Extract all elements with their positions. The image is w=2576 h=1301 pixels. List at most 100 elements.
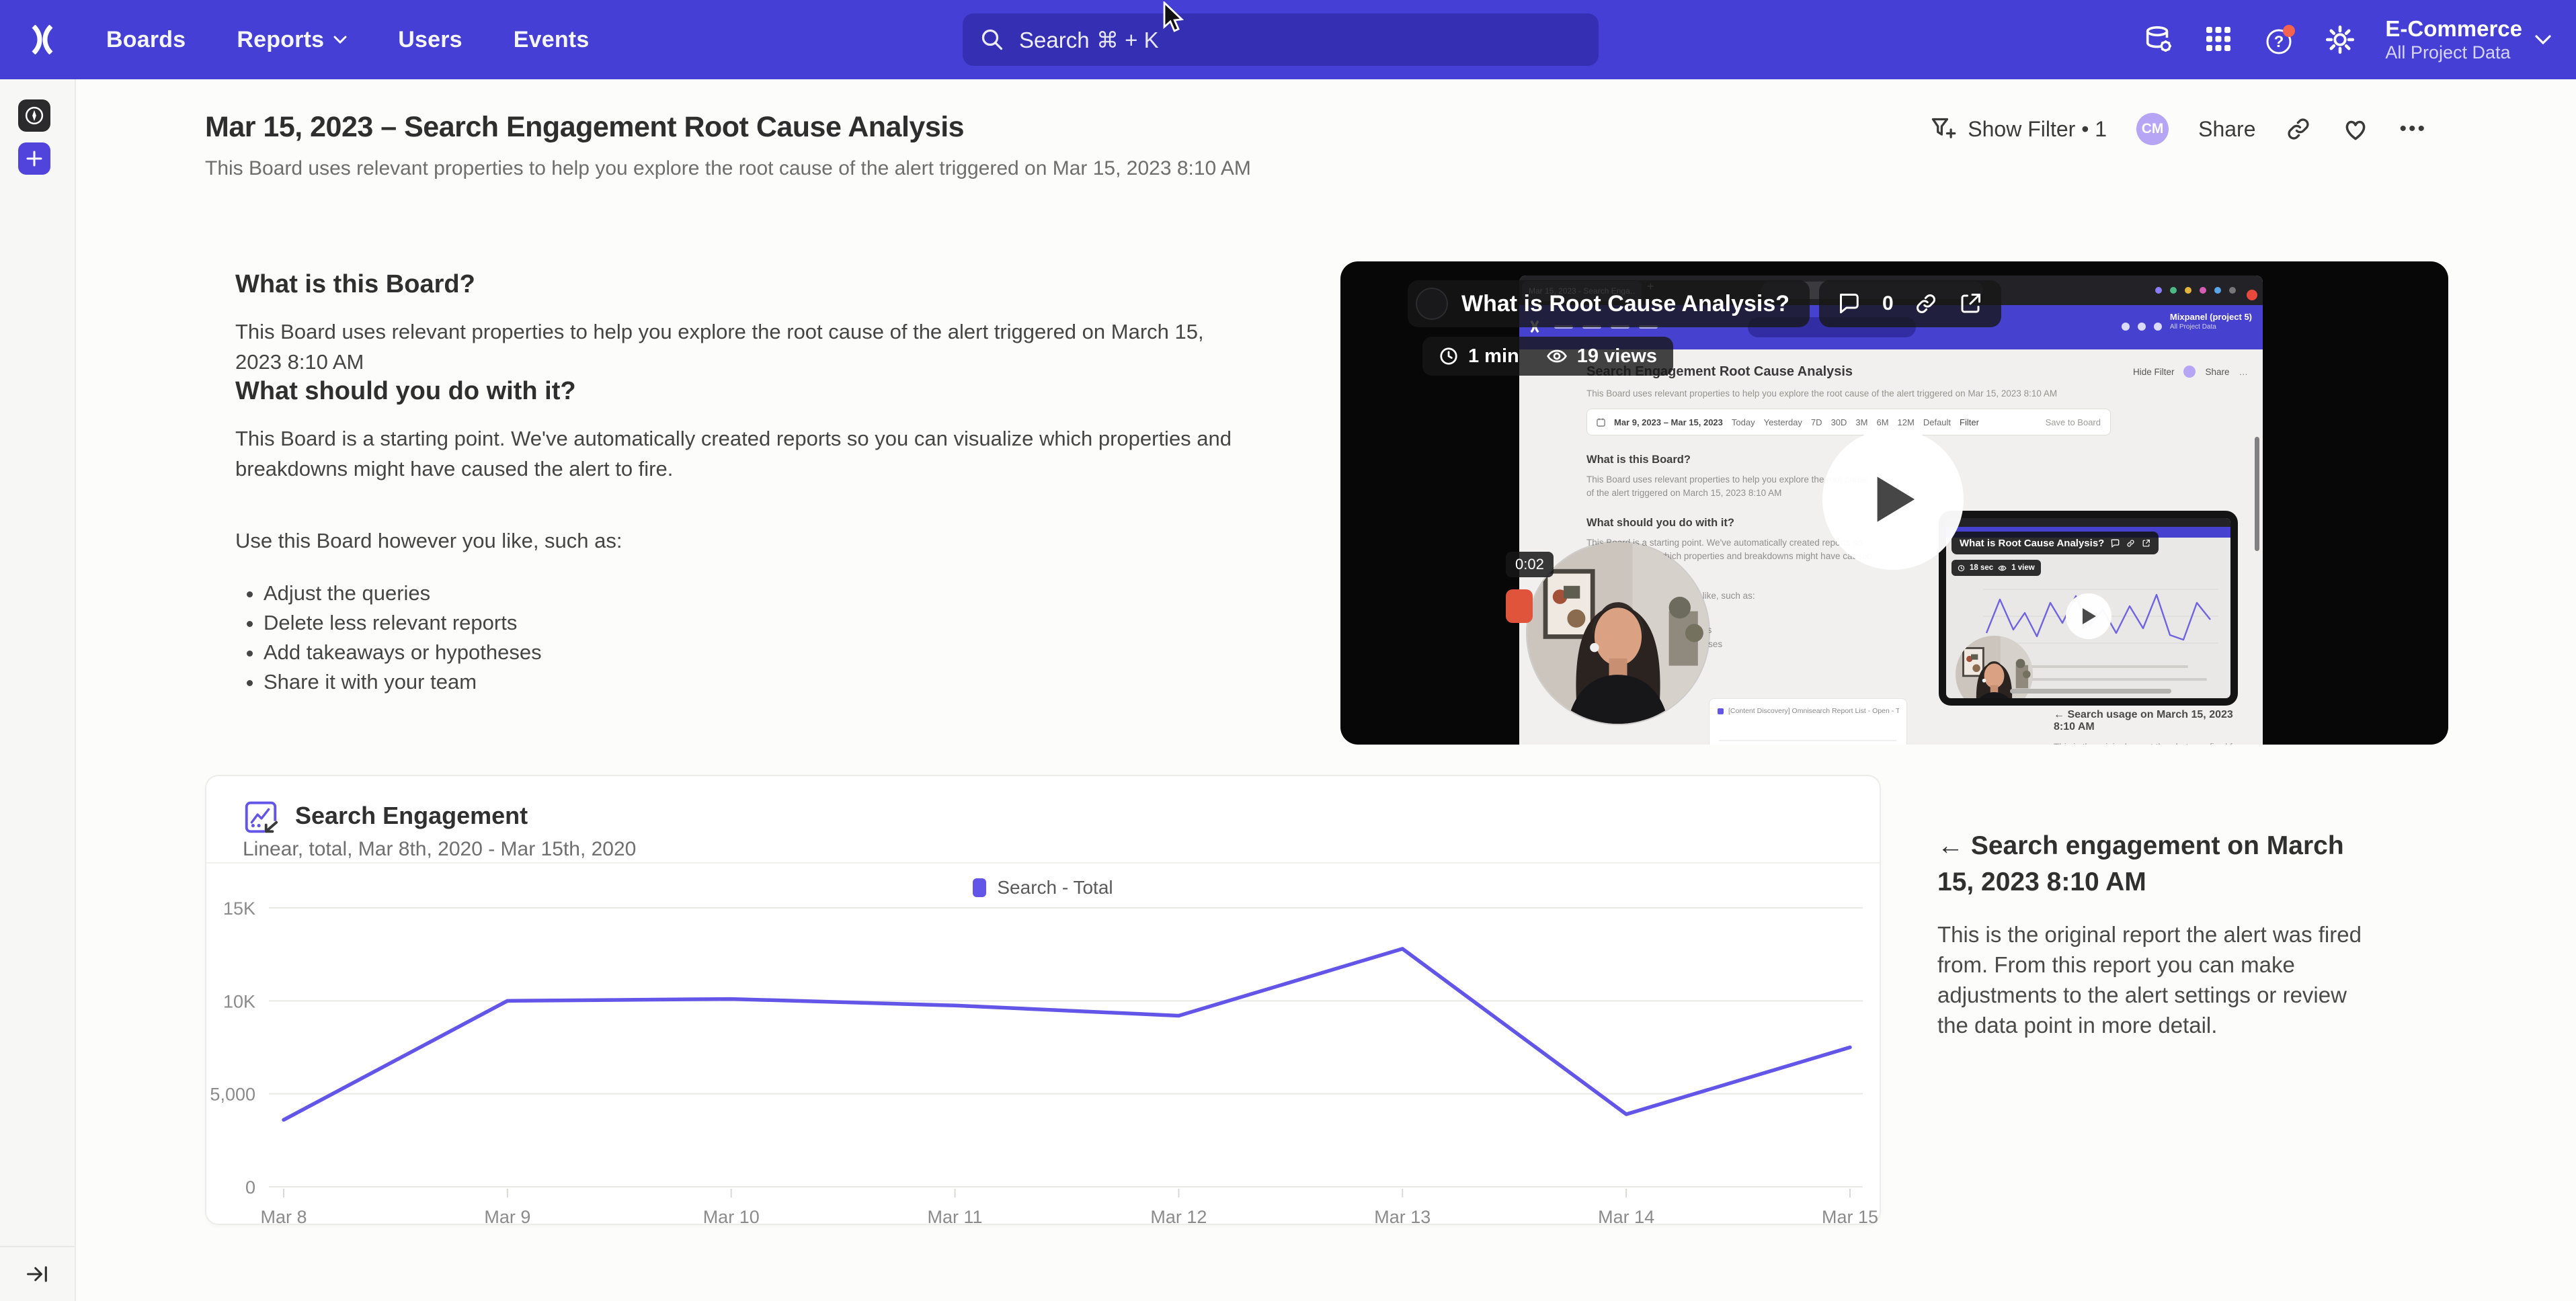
intro-q2-body: This Board is a starting point. We've au… xyxy=(235,423,1237,484)
mini-nav-icons xyxy=(2122,323,2162,331)
calendar-icon xyxy=(1597,418,1605,427)
intro-q2-title: What should you do with it? xyxy=(235,377,1244,406)
chevron-down-icon xyxy=(2534,34,2552,46)
share-button[interactable]: Share xyxy=(2198,117,2255,142)
search-icon xyxy=(980,28,1004,52)
mini-board-controls: Hide Filter Share … xyxy=(2133,366,2248,378)
video-views: 19 views xyxy=(1577,345,1657,368)
expand-sidebar-button[interactable] xyxy=(0,1246,75,1301)
mini-project-switcher: Mixpanel (project 5) All Project Data xyxy=(2170,312,2252,331)
board-controls: Show Filter • 1 CM Share ••• xyxy=(1929,108,2427,151)
add-button[interactable] xyxy=(18,142,50,175)
nested-video-title-pill: What is Root Cause Analysis? xyxy=(1951,532,2159,554)
external-link-icon xyxy=(2142,539,2150,548)
eye-icon xyxy=(1998,564,2007,572)
nested-video-frame: What is Root Cause Analysis? 18 sec 1 vi… xyxy=(1939,511,2238,706)
data-management-icon[interactable] xyxy=(2143,24,2174,55)
svg-text:Mar 9: Mar 9 xyxy=(484,1207,530,1226)
mixpanel-logo[interactable] xyxy=(27,25,58,54)
plus-icon xyxy=(26,150,43,167)
svg-text:Mar 10: Mar 10 xyxy=(703,1207,760,1226)
apps-grid-icon[interactable] xyxy=(2204,24,2235,55)
record-stop-button xyxy=(1506,589,1533,623)
side-note-title: ← Search engagement on March 15, 2023 8:… xyxy=(1937,828,2347,900)
project-scope: All Project Data xyxy=(2385,42,2522,63)
mini-report-chart xyxy=(1714,720,1902,745)
clock-icon xyxy=(1439,346,1459,366)
mini-report-card: [Content Discovery] Omnisearch Report Li… xyxy=(1709,698,1907,745)
nav-item-users[interactable]: Users xyxy=(398,27,462,53)
link-icon xyxy=(2126,539,2135,548)
page-title: Mar 15, 2023 – Search Engagement Root Ca… xyxy=(205,111,964,144)
list-item: Add takeaways or hypotheses xyxy=(264,638,1244,667)
nav-item-reports[interactable]: Reports xyxy=(237,27,347,53)
settings-gear-icon[interactable] xyxy=(2325,24,2356,55)
search-shortcut: ⌘ + K xyxy=(1096,28,1159,52)
intro-usage: Use this Board however you like, such as… xyxy=(235,526,1244,556)
svg-text:Mar 11: Mar 11 xyxy=(928,1207,983,1226)
show-filter-button[interactable]: Show Filter • 1 xyxy=(1929,115,2107,143)
list-item: Adjust the queries xyxy=(264,579,1244,608)
svg-text:15K: 15K xyxy=(223,898,255,919)
search-placeholder: Search xyxy=(1019,28,1090,52)
clock-icon xyxy=(1958,564,1965,572)
svg-text:5,000: 5,000 xyxy=(210,1085,255,1105)
mini-report-legend: [Content Discovery] Omnisearch Report Li… xyxy=(1718,707,1899,715)
mini-extension-icon xyxy=(2214,287,2221,294)
video-title-pill: What is Root Cause Analysis? xyxy=(1408,280,1810,327)
mini-board-subtitle: This Board uses relevant properties to h… xyxy=(1586,388,2057,398)
mini-date-toolbar: Mar 9, 2023 – Mar 15, 2023 Today Yesterd… xyxy=(1586,409,2111,435)
mini-extension-icon xyxy=(2155,287,2162,294)
mini-avatar xyxy=(2183,366,2196,378)
eye-icon xyxy=(1546,347,1568,365)
list-item: Delete less relevant reports xyxy=(264,608,1244,638)
legend-swatch xyxy=(973,878,986,897)
play-icon xyxy=(2080,607,2097,626)
comment-count: 0 xyxy=(1882,292,1894,315)
comment-icon[interactable] xyxy=(1838,292,1862,316)
usage-list: Adjust the queries Delete less relevant … xyxy=(245,579,1244,697)
copy-link-icon[interactable] xyxy=(2285,116,2312,142)
link-icon[interactable] xyxy=(1914,292,1938,316)
report-card-search-engagement[interactable]: Search Engagement Linear, total, Mar 8th… xyxy=(205,775,1881,1225)
search-input[interactable]: Search ⌘ + K xyxy=(963,13,1599,66)
webcam-circle xyxy=(1527,542,1709,724)
report-title: Search Engagement xyxy=(295,802,528,830)
more-menu-button[interactable]: ••• xyxy=(2399,118,2427,140)
mini-scrollbar[interactable] xyxy=(2255,437,2259,551)
mini-side-note: ← Search usage on March 15, 2023 8:10 AM… xyxy=(2054,709,2255,745)
nav-item-events[interactable]: Events xyxy=(514,27,590,53)
nested-browser-chrome xyxy=(1946,518,2230,527)
nav-item-boards[interactable]: Boards xyxy=(106,27,186,53)
video-meta-pill: 1 min 19 views xyxy=(1422,337,1673,376)
project-name: E-Commerce xyxy=(2385,16,2522,42)
nav-links: Boards Reports Users Events xyxy=(106,0,589,79)
chart-legend[interactable]: Search - Total xyxy=(206,877,1880,898)
help-icon[interactable]: ? xyxy=(2264,24,2295,55)
external-link-icon[interactable] xyxy=(1958,292,1982,316)
svg-text:?: ? xyxy=(2274,33,2284,51)
comment-icon xyxy=(2111,539,2120,548)
page-subtitle: This Board uses relevant properties to h… xyxy=(205,157,1251,180)
project-switcher[interactable]: E-Commerce All Project Data xyxy=(2385,16,2552,63)
svg-text:Mar 15: Mar 15 xyxy=(1822,1207,1878,1226)
favorite-heart-icon[interactable] xyxy=(2341,115,2370,143)
avatar[interactable]: CM xyxy=(2136,113,2169,145)
tutorial-video-player[interactable]: Mar 15, 2023 - Search Enga… + Mixpanel (… xyxy=(1340,261,2448,745)
intro-text-block: What is this Board? This Board uses rele… xyxy=(235,270,1244,697)
nested-scrollbar[interactable] xyxy=(2010,689,2171,694)
nested-video-meta: 18 sec 1 view xyxy=(1951,560,2041,576)
mini-extension-icon xyxy=(2170,287,2177,294)
video-duration: 1 min xyxy=(1468,345,1519,368)
nested-play-button[interactable] xyxy=(2066,593,2111,639)
video-timestamp: 0:02 xyxy=(1506,552,1554,577)
discover-button[interactable] xyxy=(18,99,50,132)
svg-text:10K: 10K xyxy=(223,991,255,1011)
mini-extension-icon xyxy=(2185,287,2191,294)
report-card-header: Search Engagement Linear, total, Mar 8th… xyxy=(206,776,1880,864)
play-icon xyxy=(1867,471,1919,528)
play-button[interactable] xyxy=(1822,429,1964,570)
alert-side-note: ← Search engagement on March 15, 2023 8:… xyxy=(1937,828,2368,1040)
report-subtitle: Linear, total, Mar 8th, 2020 - Mar 15th,… xyxy=(243,838,636,861)
svg-text:Mar 8: Mar 8 xyxy=(260,1207,307,1226)
